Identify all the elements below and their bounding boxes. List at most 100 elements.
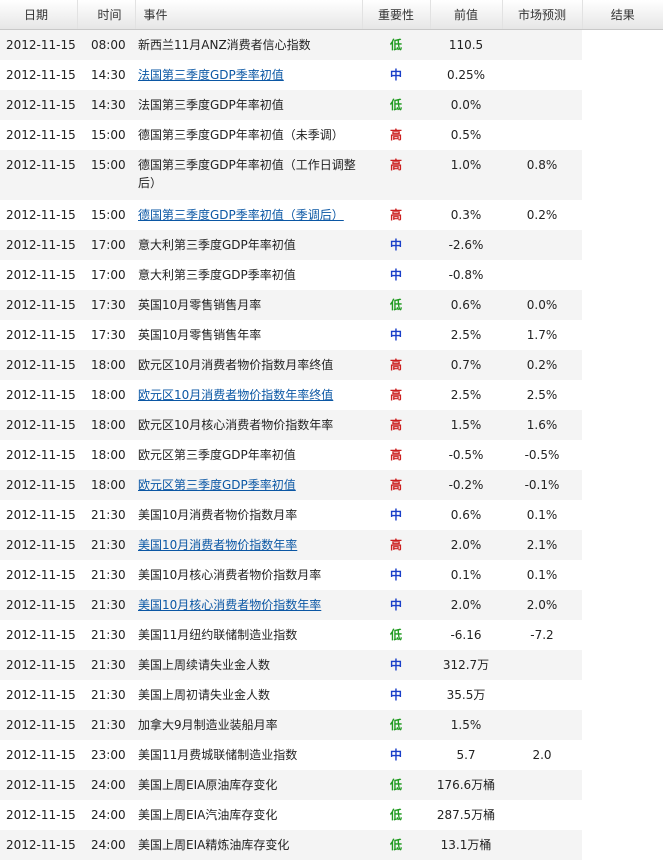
event-link[interactable]: 欧元区第三季度GDP季率初值 <box>138 478 296 492</box>
row-time: 18:00 <box>77 470 135 500</box>
row-date: 2012-11-15 <box>0 90 77 120</box>
row-importance: 中 <box>389 568 402 582</box>
row-forecast: 1.7% <box>526 328 558 342</box>
row-event: 欧元区10月消费者物价指数年率终值 <box>135 380 362 410</box>
table-row: 2012-11-15 18:00 欧元区10月核心消费者物价指数年率高 1.5% 1.6… <box>0 410 663 440</box>
row-event: 美国上周初请失业金人数 <box>138 688 271 702</box>
row-result <box>582 620 663 650</box>
row-time: 24:00 <box>77 830 135 860</box>
row-result <box>582 260 663 290</box>
row-forecast: -7.2 <box>530 628 554 642</box>
row-result <box>582 710 663 740</box>
row-time: 21:30 <box>91 688 126 702</box>
table-row: 2012-11-15 21:30 美国上周初请失业金人数 中 35.5万 <box>0 680 663 710</box>
table-row: 2012-11-15 17:00 意大利第三季度GDP年率初值中 -2.6% <box>0 230 663 260</box>
row-forecast <box>502 230 582 260</box>
row-time: 21:30 <box>91 568 126 582</box>
row-result <box>582 800 663 830</box>
row-forecast <box>502 710 582 740</box>
row-time: 15:00 <box>77 150 135 200</box>
row-importance: 低 <box>362 290 430 320</box>
event-link[interactable]: 美国10月核心消费者物价指数年率 <box>138 598 321 612</box>
row-event: 美国11月费城联储制造业指数 <box>138 748 298 762</box>
row-forecast: -0.5% <box>524 448 560 462</box>
row-forecast <box>502 830 582 860</box>
row-result <box>582 560 663 590</box>
row-forecast <box>502 770 582 800</box>
row-time: 18:00 <box>91 388 126 402</box>
row-date: 2012-11-15 <box>6 448 76 462</box>
row-previous: 35.5万 <box>446 688 486 702</box>
row-result <box>582 410 663 440</box>
row-result <box>582 500 663 530</box>
row-previous: 1.5% <box>430 710 502 740</box>
row-forecast: 2.0 <box>532 748 552 762</box>
table-row: 2012-11-15 15:00 德国第三季度GDP季率初值（季调后） 高 0.3% 0.… <box>0 200 663 230</box>
row-time: 21:30 <box>77 590 135 620</box>
row-previous: 2.5% <box>450 388 482 402</box>
row-date: 2012-11-15 <box>0 770 77 800</box>
row-result <box>582 770 663 800</box>
row-date: 2012-11-15 <box>6 268 76 282</box>
row-previous: 5.7 <box>456 748 476 762</box>
row-date: 2012-11-15 <box>0 230 77 260</box>
row-time: 18:00 <box>77 410 135 440</box>
row-time: 17:30 <box>77 290 135 320</box>
event-link[interactable]: 德国第三季度GDP季率初值（季调后） <box>138 208 344 222</box>
row-date: 2012-11-15 <box>6 748 76 762</box>
row-forecast <box>502 800 582 830</box>
row-result <box>582 530 663 560</box>
row-time: 23:00 <box>91 748 126 762</box>
row-result <box>582 380 663 410</box>
row-forecast <box>502 120 582 150</box>
row-forecast <box>502 90 582 120</box>
row-result <box>582 29 663 60</box>
row-date: 2012-11-15 <box>6 568 76 582</box>
row-forecast: 0.2% <box>526 208 558 222</box>
row-time: 17:00 <box>77 230 135 260</box>
table-row: 2012-11-15 18:00 欧元区10月消费者物价指数年率终值 高 2.5% 2.5… <box>0 380 663 410</box>
row-date: 2012-11-15 <box>0 150 77 200</box>
row-result <box>582 650 663 680</box>
row-importance: 低 <box>362 90 430 120</box>
row-importance: 低 <box>362 710 430 740</box>
row-date: 2012-11-15 <box>0 410 77 440</box>
row-date: 2012-11-15 <box>0 350 77 380</box>
row-importance: 中 <box>362 590 430 620</box>
row-importance: 高 <box>389 128 402 142</box>
row-event: 欧元区第三季度GDP年率初值 <box>138 448 296 462</box>
row-result <box>582 440 663 470</box>
table-row: 2012-11-15 15:00 德国第三季度GDP年率初值（工作日调整后）高 1.0… <box>0 150 663 200</box>
row-date: 2012-11-15 <box>0 470 77 500</box>
row-date: 2012-11-15 <box>0 650 77 680</box>
table-row: 2012-11-15 21:30 美国10月核心消费者物价指数月率 中 0.1% 0.1% <box>0 560 663 590</box>
row-importance: 中 <box>389 68 402 82</box>
row-event: 意大利第三季度GDP年率初值 <box>135 230 362 260</box>
row-event: 英国10月零售销售年率 <box>138 328 262 342</box>
row-event: 法国第三季度GDP年率初值 <box>135 90 362 120</box>
row-result <box>582 150 663 200</box>
row-importance: 中 <box>362 650 430 680</box>
row-forecast <box>502 60 582 90</box>
row-forecast <box>502 650 582 680</box>
table-row: 2012-11-15 08:00 新西兰11月ANZ消费者信心指数低 110.5 <box>0 29 663 60</box>
row-event: 欧元区10月消费者物价指数月率终值 <box>135 350 362 380</box>
row-event: 加拿大9月制造业装船月率 <box>135 710 362 740</box>
row-importance: 高 <box>362 350 430 380</box>
row-importance: 中 <box>389 268 402 282</box>
row-previous: 0.6% <box>430 290 502 320</box>
table-row: 2012-11-15 17:00 意大利第三季度GDP季率初值 中 -0.8% <box>0 260 663 290</box>
row-forecast: 1.6% <box>502 410 582 440</box>
header-event: 事件 <box>134 0 362 30</box>
row-importance: 低 <box>362 830 430 860</box>
row-result <box>582 740 663 770</box>
event-link[interactable]: 美国10月消费者物价指数年率 <box>138 538 297 552</box>
row-event: 欧元区第三季度GDP季率初值 <box>135 470 362 500</box>
row-previous: 1.5% <box>430 410 502 440</box>
event-link[interactable]: 法国第三季度GDP季率初值 <box>138 68 284 82</box>
event-link[interactable]: 欧元区10月消费者物价指数年率终值 <box>138 388 333 402</box>
row-time: 15:00 <box>91 208 126 222</box>
table-row: 2012-11-15 21:30 美国11月纽约联储制造业指数 低 -6.16 -7.2 <box>0 620 663 650</box>
row-time: 21:30 <box>77 710 135 740</box>
row-importance: 中 <box>389 688 402 702</box>
